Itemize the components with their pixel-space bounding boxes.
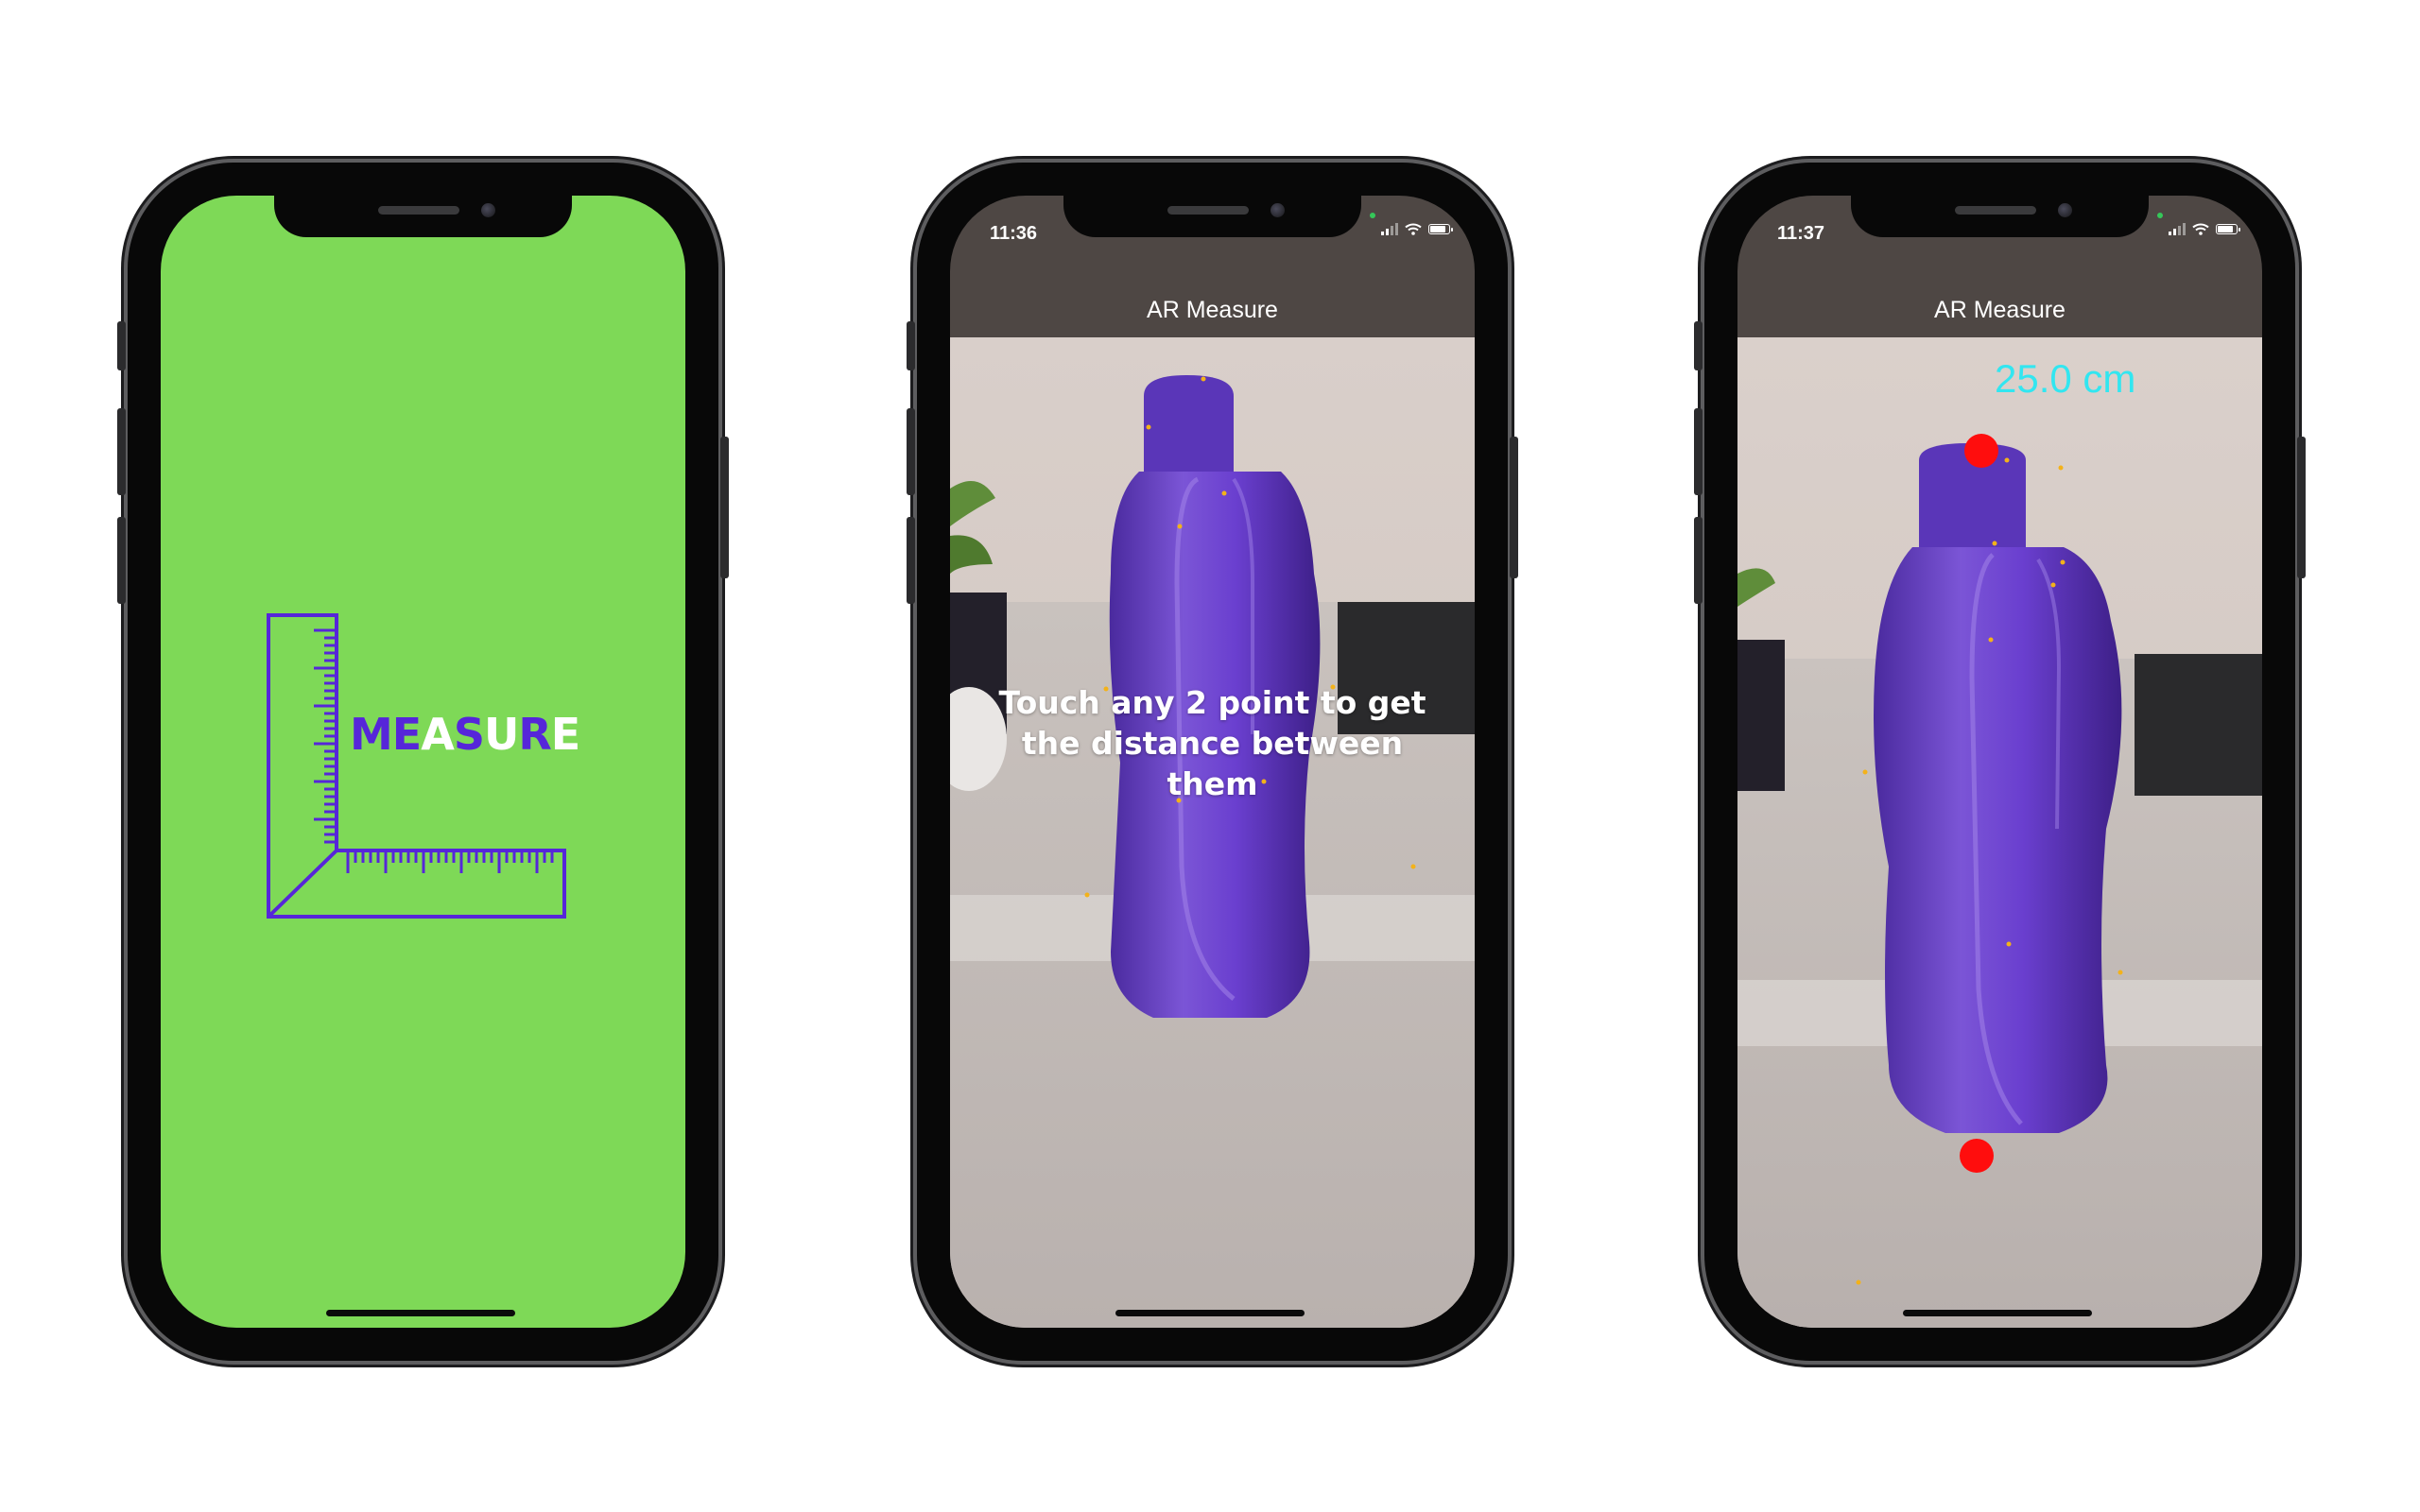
logo-letter: A	[421, 709, 455, 760]
speaker-grille	[378, 206, 459, 215]
volume-down-button	[117, 517, 126, 604]
instruction-overlay-text: Touch any 2 point to get the distance be…	[998, 684, 1426, 802]
power-button	[1510, 437, 1518, 578]
volume-up-button	[907, 408, 915, 495]
measure-end-point[interactable]	[1960, 1139, 1994, 1173]
notch	[274, 196, 572, 237]
nav-title: AR Measure	[1934, 297, 2066, 323]
mute-switch	[907, 321, 915, 370]
notch	[1063, 196, 1361, 237]
ar-camera-view[interactable]: 25.0 cm	[1737, 337, 2262, 1328]
phone-frame-instruction: 11:36 AR Measure Touch any 2 point to ge…	[907, 163, 1518, 1361]
signal-icon	[1381, 222, 1398, 235]
wifi-icon	[2192, 223, 2209, 235]
volume-up-button	[117, 408, 126, 495]
ar-instruction-screen: 11:36 AR Measure Touch any 2 point to ge…	[950, 196, 1475, 1328]
camera-feed-image	[1737, 337, 2262, 1328]
power-button	[2297, 437, 2306, 578]
phone-frame-measurement: 11:37 AR Measure 25.0 cm	[1694, 163, 2306, 1361]
volume-down-button	[1694, 517, 1703, 604]
wifi-icon	[1405, 223, 1422, 235]
signal-icon	[2169, 222, 2186, 235]
status-time: 11:36	[990, 223, 1038, 244]
logo-letter: E	[550, 709, 580, 760]
navigation-bar: AR Measure	[1737, 283, 2262, 337]
volume-up-button	[1694, 408, 1703, 495]
logo-letter: E	[391, 709, 422, 760]
battery-icon	[2216, 223, 2240, 234]
logo-letter: R	[518, 709, 551, 760]
carpenter-square-logo-icon	[267, 613, 566, 919]
mockup-stage: MEASURE 11:36 AR Measure Touch any 2 poi…	[0, 0, 2420, 1512]
speaker-grille	[1167, 206, 1249, 215]
mute-switch	[117, 321, 126, 370]
camera-in-use-indicator	[1370, 213, 1375, 218]
camera-in-use-indicator	[2157, 213, 2163, 218]
ar-camera-view[interactable]: Touch any 2 point to get the distance be…	[950, 337, 1475, 1328]
ar-measurement-screen: 11:37 AR Measure 25.0 cm	[1737, 196, 2262, 1328]
home-indicator[interactable]	[326, 1310, 515, 1316]
mute-switch	[1694, 321, 1703, 370]
notch	[1851, 196, 2149, 237]
status-time: 11:37	[1777, 223, 1825, 244]
measure-start-point[interactable]	[1964, 434, 1998, 468]
home-indicator[interactable]	[1903, 1310, 2092, 1316]
speaker-grille	[1955, 206, 2036, 215]
volume-down-button	[907, 517, 915, 604]
phone-frame-splash: MEASURE	[117, 163, 729, 1361]
front-camera-icon	[1270, 203, 1285, 217]
logo-letter: S	[453, 709, 485, 760]
camera-feed-image	[950, 337, 1475, 1328]
power-button	[720, 437, 729, 578]
status-icons	[1381, 222, 1453, 235]
app-logo-wordmark: MEASURE	[350, 709, 580, 760]
splash-screen: MEASURE	[161, 196, 685, 1328]
status-icons	[2169, 222, 2240, 235]
logo-letter: U	[483, 709, 519, 760]
battery-icon	[1428, 223, 1453, 234]
navigation-bar: AR Measure	[950, 283, 1475, 337]
nav-title: AR Measure	[1147, 297, 1278, 323]
front-camera-icon	[481, 203, 495, 217]
front-camera-icon	[2058, 203, 2072, 217]
logo-letter: M	[350, 709, 393, 760]
home-indicator[interactable]	[1115, 1310, 1305, 1316]
distance-label: 25.0 cm	[1995, 356, 2136, 401]
